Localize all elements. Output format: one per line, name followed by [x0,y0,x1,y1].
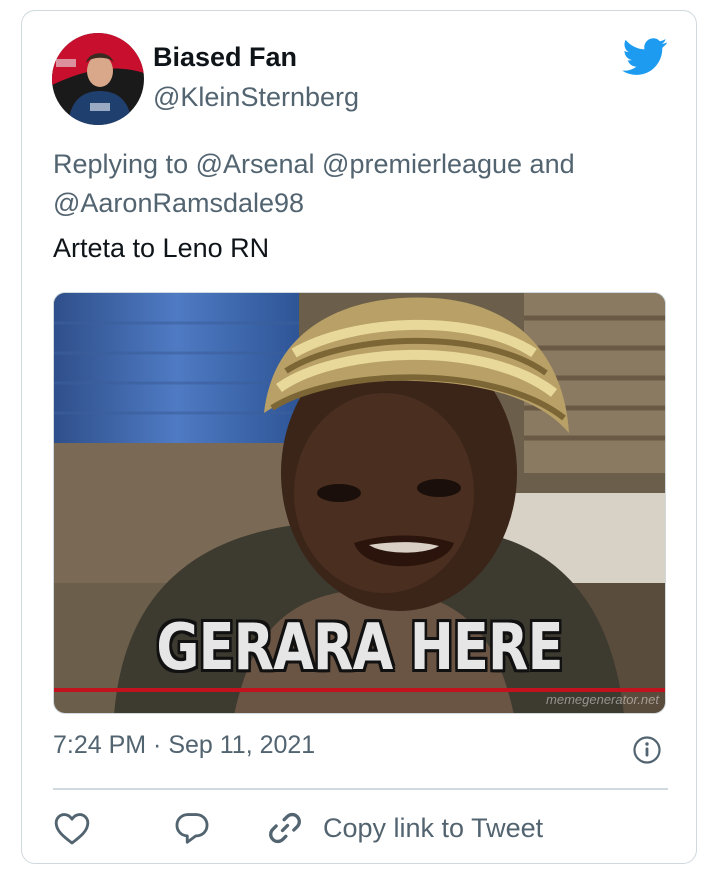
tweet-media[interactable]: GERARA HERE memegenerator.net [53,292,666,714]
twitter-bird-icon[interactable] [622,38,668,76]
user-handle[interactable]: @KleinSternberg [153,82,359,113]
reply-context[interactable]: Replying to @Arsenal @premierleague and … [53,145,653,223]
tweet-card: Biased Fan @KleinSternberg Replying to @… [21,10,697,864]
meme-watermark: memegenerator.net [546,692,659,707]
info-icon[interactable] [632,735,662,765]
reply-bubble-icon [175,813,209,844]
tweet-timestamp[interactable]: 7:24 PM · Sep 11, 2021 [53,731,315,760]
link-icon [269,812,301,844]
avatar-photo [52,33,144,125]
like-button[interactable] [53,806,91,850]
action-bar: Copy link to Tweet [53,806,668,850]
copy-link-button[interactable]: Copy link to Tweet [265,806,543,850]
tweet-text: Arteta to Leno RN [53,233,270,263]
divider [53,788,668,790]
avatar[interactable] [52,33,144,125]
copy-link-label: Copy link to Tweet [323,812,544,843]
heart-icon [54,813,90,845]
meme-caption: GERARA HERE [156,611,563,685]
display-name[interactable]: Biased Fan [153,42,297,73]
reply-button[interactable] [173,806,211,850]
